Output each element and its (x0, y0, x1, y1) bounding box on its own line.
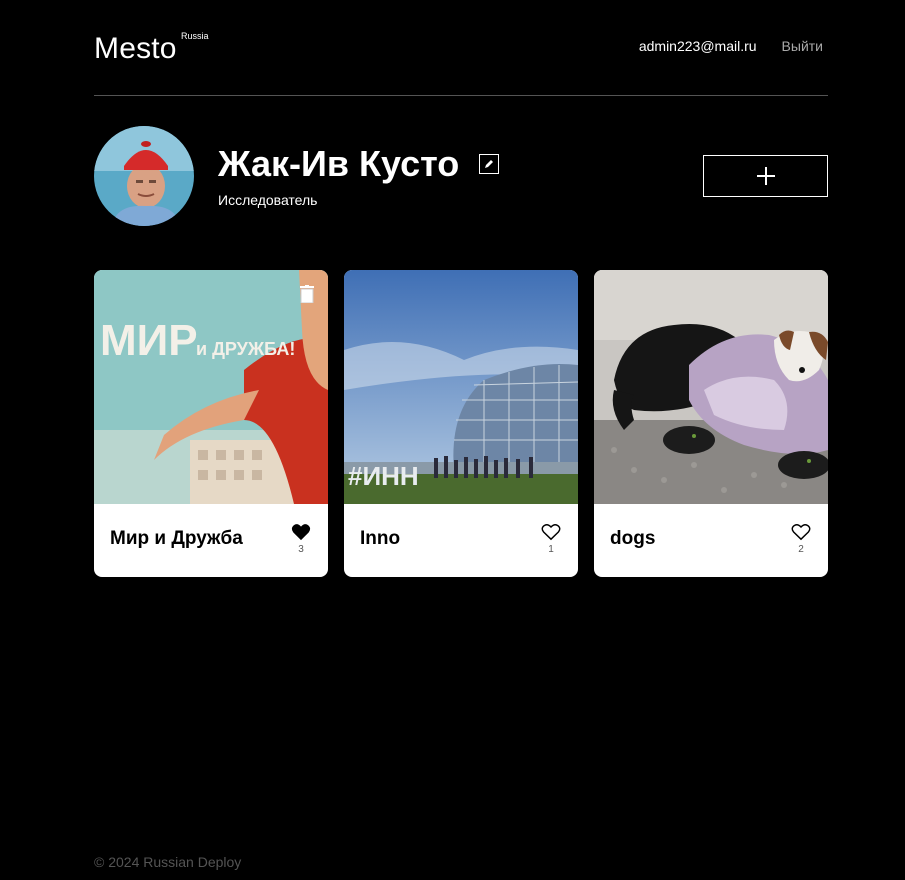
like-block: 3 (290, 523, 312, 555)
poster-image: МИР и ДРУЖБА! (94, 270, 328, 504)
profile-name: Жак-Ив Кусто (218, 143, 460, 184)
plus-icon (756, 167, 775, 185)
like-count: 1 (548, 544, 554, 555)
profile: Жак-Ив Кусто Исследователь (94, 126, 828, 226)
card: МИР и ДРУЖБА! Мир и Дружба 3 (94, 270, 328, 577)
pencil-icon (485, 160, 494, 168)
svg-text:#ИНН: #ИНН (348, 461, 419, 491)
card-title: dogs (610, 528, 656, 549)
user-email: admin223@mail.ru (638, 38, 757, 54)
card-image[interactable]: #ИНН (344, 270, 578, 504)
card-image[interactable] (594, 270, 828, 504)
profile-about: Исследователь (218, 192, 318, 208)
logo-text: Mesto (94, 32, 177, 65)
profile-avatar[interactable] (94, 126, 194, 226)
trash-icon[interactable] (300, 285, 314, 303)
card-image[interactable]: МИР и ДРУЖБА! (94, 270, 328, 504)
avatar-photo (94, 126, 194, 226)
cards-grid: МИР и ДРУЖБА! Мир и Дружба 3 #ИНН Inno 1… (94, 270, 828, 577)
building-image: #ИНН (344, 270, 578, 504)
heart-filled-icon[interactable] (291, 523, 311, 541)
header: Mesto Russia admin223@mail.ru Выйти (94, 28, 828, 96)
card: dogs 2 (594, 270, 828, 577)
heart-outline-icon[interactable] (541, 523, 561, 541)
like-count: 2 (798, 544, 804, 555)
edit-profile-button[interactable] (479, 154, 500, 174)
like-block: 2 (790, 523, 812, 555)
logo-superscript: Russia (181, 31, 209, 41)
profile-name-row: Жак-Ив Кусто (218, 143, 500, 184)
heart-outline-icon[interactable] (791, 523, 811, 541)
logo[interactable]: Mesto (94, 32, 177, 66)
like-count: 3 (298, 544, 304, 555)
card-title: Мир и Дружба (110, 528, 243, 549)
svg-text:и ДРУЖБА!: и ДРУЖБА! (196, 339, 295, 359)
add-card-button[interactable] (703, 155, 828, 197)
dogs-image (594, 270, 828, 504)
svg-text:МИР: МИР (100, 316, 198, 365)
card-title: Inno (360, 528, 401, 549)
logout-link[interactable]: Выйти (782, 38, 823, 54)
footer-copyright: © 2024 Russian Deploy (94, 854, 242, 870)
header-user-block: admin223@mail.ru Выйти (639, 38, 823, 54)
card: #ИНН Inno 1 (344, 270, 578, 577)
footer: © 2024 Russian Deploy (94, 854, 241, 870)
like-block: 1 (540, 523, 562, 555)
